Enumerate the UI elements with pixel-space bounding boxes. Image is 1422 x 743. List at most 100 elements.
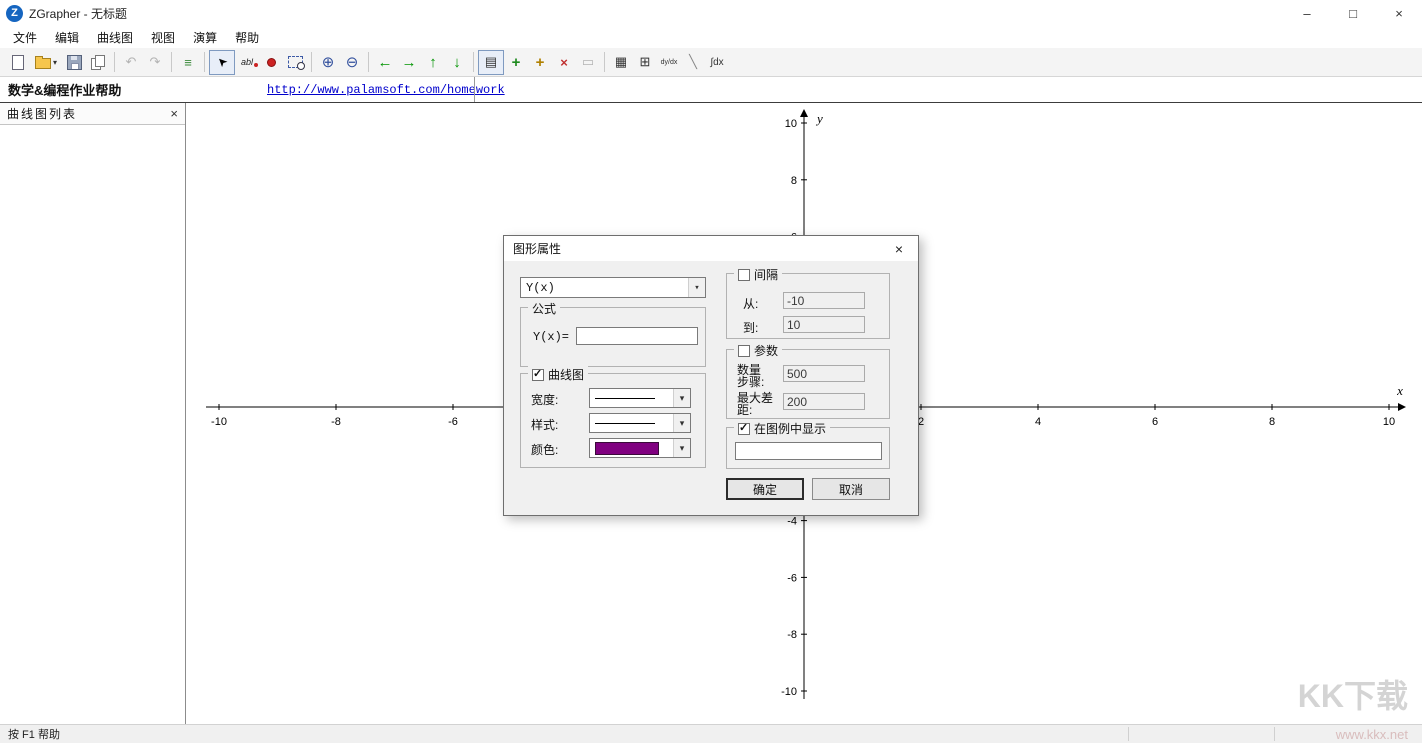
- calculator-icon: ⊞: [640, 54, 651, 70]
- svg-text:-8: -8: [331, 416, 341, 428]
- properties-button[interactable]: ▭: [576, 51, 600, 74]
- integral-button[interactable]: ∫dx: [705, 51, 729, 74]
- maximize-button[interactable]: □: [1330, 0, 1376, 26]
- toolbar: ▾ ↶ ↷ ≡ ➤ abl ⊕ ⊖ ← → ↑ ↓ ▤ + + × ▭ ▦ ⊞ …: [0, 48, 1422, 77]
- zoom-region-button[interactable]: [283, 51, 307, 74]
- menu-graph[interactable]: 曲线图: [88, 26, 142, 49]
- new-file-button[interactable]: [6, 51, 30, 74]
- function-type-combobox[interactable]: Y(x): [520, 277, 706, 298]
- curve-checklist-button[interactable]: ≡: [176, 51, 200, 74]
- dialog-close-button[interactable]: ×: [880, 236, 918, 261]
- interval-from-input[interactable]: [783, 292, 865, 309]
- curve-group-legend: 曲线图: [528, 366, 588, 383]
- delete-graph-button[interactable]: ×: [552, 51, 576, 74]
- toolbar-separator: [473, 52, 474, 72]
- formula-field-label: Y(x)=: [533, 330, 569, 344]
- calculator-button[interactable]: ⊞: [633, 51, 657, 74]
- color-combobox[interactable]: [589, 438, 691, 458]
- pan-down-button[interactable]: ↓: [445, 51, 469, 74]
- zoom-out-button[interactable]: ⊖: [340, 51, 364, 74]
- params-group-legend: 参数: [734, 342, 782, 359]
- redo-button[interactable]: ↷: [143, 51, 167, 74]
- toolbar-separator: [368, 52, 369, 72]
- save-button[interactable]: [62, 51, 86, 74]
- close-button[interactable]: ×: [1376, 0, 1422, 26]
- interval-checkbox[interactable]: [738, 269, 750, 281]
- toolbar-separator: [604, 52, 605, 72]
- zoom-in-icon: ⊕: [322, 53, 335, 71]
- dialog-titlebar: 图形属性 ×: [504, 236, 918, 261]
- legend-groupbox: 在图例中显示: [726, 427, 890, 469]
- delete-icon: ×: [560, 55, 568, 70]
- select-tool-button[interactable]: ➤: [209, 50, 235, 75]
- formula-input[interactable]: [576, 327, 698, 345]
- curve-checkbox[interactable]: [532, 369, 544, 381]
- legend-checkbox[interactable]: [738, 423, 750, 435]
- cancel-button[interactable]: 取消: [812, 478, 890, 500]
- svg-text:-10: -10: [781, 686, 797, 698]
- copy-button[interactable]: [86, 51, 110, 74]
- menu-view[interactable]: 视图: [142, 26, 184, 49]
- open-file-button[interactable]: ▾: [30, 51, 62, 74]
- curve-list-close-button[interactable]: ×: [170, 106, 178, 121]
- menu-edit[interactable]: 编辑: [46, 26, 88, 49]
- interval-to-input[interactable]: [783, 316, 865, 333]
- zoom-in-button[interactable]: ⊕: [316, 51, 340, 74]
- params-checkbox[interactable]: [738, 345, 750, 357]
- checklist-icon: ≡: [184, 55, 192, 70]
- svg-text:-6: -6: [787, 572, 797, 584]
- svg-text:8: 8: [1269, 416, 1275, 428]
- table-icon: ▦: [615, 54, 627, 70]
- svg-text:-6: -6: [448, 416, 458, 428]
- text-tool-icon: abl: [241, 57, 253, 67]
- minimize-button[interactable]: –: [1284, 0, 1330, 26]
- integral-icon: ∫dx: [710, 57, 723, 68]
- add-function-button[interactable]: +: [504, 51, 528, 74]
- add-series-button[interactable]: +: [528, 51, 552, 74]
- gap-input[interactable]: [783, 393, 865, 410]
- steps-input[interactable]: [783, 365, 865, 382]
- text-label-tool-button[interactable]: abl: [235, 51, 259, 74]
- pan-left-button[interactable]: ←: [373, 51, 397, 74]
- width-combobox[interactable]: [589, 388, 691, 408]
- add-series-icon: +: [536, 54, 545, 71]
- status-help-text: 按 F1 帮助: [8, 726, 60, 742]
- toolbar-separator: [204, 52, 205, 72]
- curve-group-label: 曲线图: [548, 366, 584, 383]
- svg-text:6: 6: [1152, 416, 1158, 428]
- window-title: ZGrapher - 无标题: [29, 5, 127, 22]
- cursor-icon: ➤: [213, 53, 230, 70]
- menu-calc[interactable]: 演算: [184, 26, 226, 49]
- open-caret-icon: ▾: [53, 58, 57, 67]
- table-button[interactable]: ▦: [609, 51, 633, 74]
- toolbar-separator: [311, 52, 312, 72]
- undo-icon: ↶: [126, 54, 137, 70]
- undo-button[interactable]: ↶: [119, 51, 143, 74]
- svg-text:-10: -10: [211, 416, 227, 428]
- banner-title: 数学&编程作业帮助: [8, 80, 121, 99]
- menu-help[interactable]: 帮助: [226, 26, 268, 49]
- window-controls: – □ ×: [1284, 0, 1422, 26]
- ok-button[interactable]: 确定: [726, 478, 804, 500]
- graph-list-panel-button[interactable]: ▤: [478, 50, 504, 75]
- point-tool-button[interactable]: [259, 51, 283, 74]
- new-file-icon: [12, 55, 24, 70]
- titlebar: Z ZGrapher - 无标题 – □ ×: [0, 0, 1422, 26]
- svg-text:y: y: [815, 111, 823, 126]
- formula-group-label: 公式: [528, 300, 560, 317]
- pan-up-button[interactable]: ↑: [421, 51, 445, 74]
- svg-text:-4: -4: [787, 516, 797, 528]
- style-line-preview: [595, 423, 655, 424]
- legend-text-input[interactable]: [735, 442, 882, 460]
- style-combobox[interactable]: [589, 413, 691, 433]
- copy-icon: [90, 55, 106, 70]
- homework-link[interactable]: http://www.palamsoft.com/homework: [267, 83, 505, 97]
- derivative-button[interactable]: dy/dx: [657, 51, 681, 74]
- curve-groupbox: 曲线图 宽度: 样式: 颜色:: [520, 373, 706, 468]
- menu-file[interactable]: 文件: [4, 26, 46, 49]
- tangent-button[interactable]: ╲: [681, 51, 705, 74]
- pan-right-button[interactable]: →: [397, 51, 421, 74]
- interval-group-legend: 间隔: [734, 266, 782, 283]
- svg-text:-8: -8: [787, 629, 797, 641]
- zoom-out-icon: ⊖: [346, 53, 359, 71]
